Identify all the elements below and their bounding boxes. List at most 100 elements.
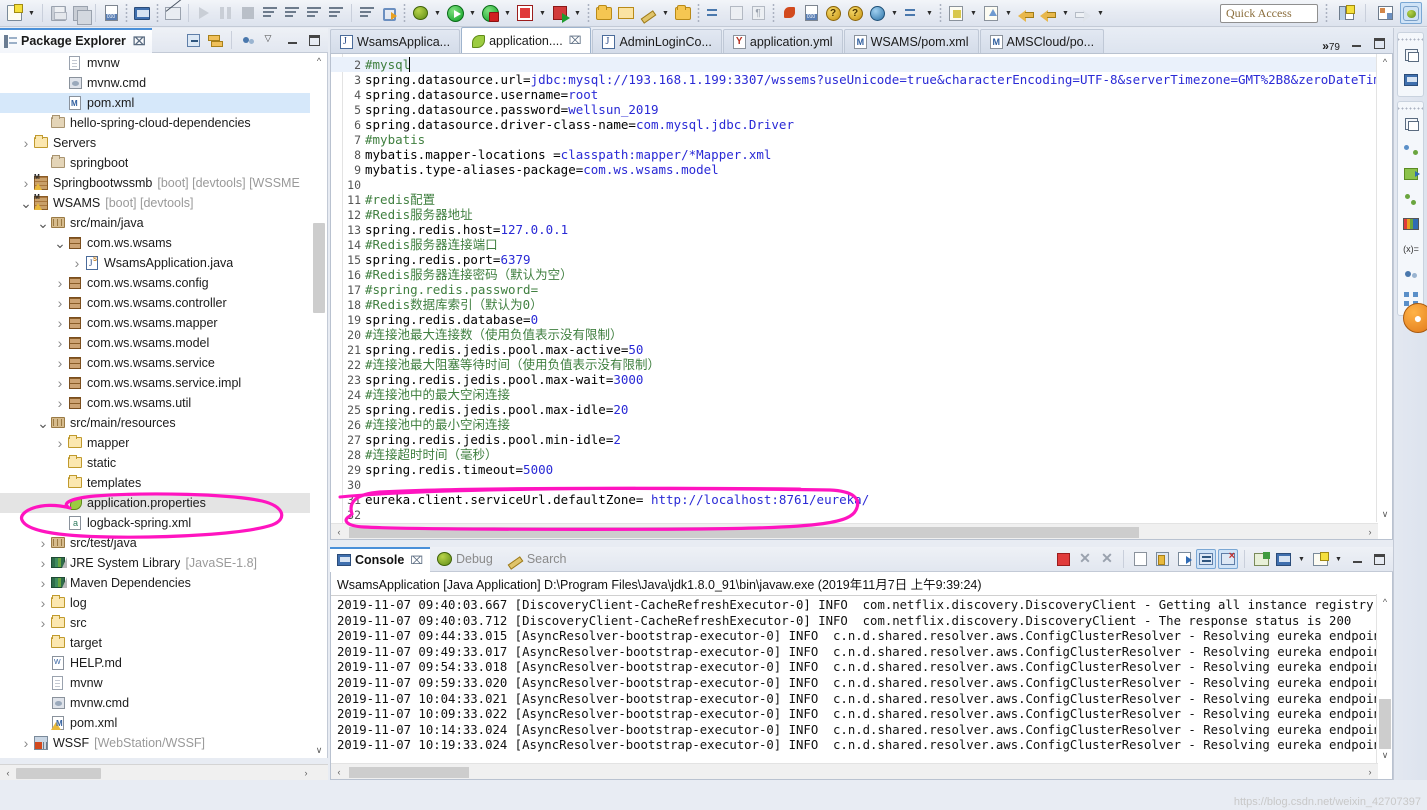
- toolbar-grip[interactable]: [124, 4, 129, 22]
- tree-item-mvnw-cmd[interactable]: mvnw.cmd: [0, 693, 310, 713]
- export-dropdown-arrow[interactable]: [1002, 2, 1015, 24]
- tree-item-mvnw-cmd[interactable]: mvnw.cmd: [0, 73, 310, 93]
- project-tree[interactable]: mvnw mvnw.cmd pom.xml hello-spring-cloud-de…: [0, 53, 328, 758]
- new-class-icon[interactable]: [637, 2, 659, 24]
- tree-item-com-ws-wsams-util[interactable]: com.ws.wsams.util: [0, 393, 310, 413]
- back-history-icon[interactable]: [1037, 2, 1059, 24]
- editor-hscroll-thumb[interactable]: [349, 527, 1139, 538]
- chevron-right-icon[interactable]: [36, 555, 50, 571]
- toolbar-grip[interactable]: [938, 4, 943, 22]
- run-dropdown-arrow[interactable]: [466, 2, 479, 24]
- maximize-icon[interactable]: [304, 30, 324, 50]
- tree-item-maven-dependencies[interactable]: Maven Dependencies: [0, 573, 310, 593]
- open-perspective-icon[interactable]: [1335, 2, 1357, 24]
- editor-tab-application-[interactable]: application.... ⌧: [461, 27, 592, 53]
- tree-item-springbootwssmb[interactable]: Springbootwssmb [boot] [devtools] [WSSME: [0, 173, 310, 193]
- scroll-left-arrow[interactable]: ‹: [331, 764, 347, 779]
- tree-item-com-ws-wsams-mapper[interactable]: com.ws.wsams.mapper: [0, 313, 310, 333]
- debug-icon[interactable]: [409, 2, 431, 24]
- properties-icon[interactable]: [100, 2, 122, 24]
- annotation-icon[interactable]: [945, 2, 967, 24]
- chevron-right-icon[interactable]: [36, 595, 50, 611]
- tree-item-springboot[interactable]: springboot: [0, 153, 310, 173]
- tree-item-mvnw[interactable]: mvnw: [0, 53, 310, 73]
- save-icon[interactable]: [47, 2, 69, 24]
- tree-item-wsams[interactable]: WSAMS [boot] [devtools]: [0, 193, 310, 213]
- view-filter-icon[interactable]: [238, 30, 258, 50]
- chevron-right-icon[interactable]: [36, 535, 50, 551]
- restore-icon[interactable]: [1398, 43, 1424, 67]
- editor-tab-adminloginco-[interactable]: AdminLoginCo...: [592, 29, 722, 53]
- tree-item-logback-spring-xml[interactable]: logback-spring.xml: [0, 513, 310, 533]
- pilcrow-icon[interactable]: ¶: [747, 2, 769, 24]
- new-package-icon[interactable]: [593, 2, 615, 24]
- step-over-icon[interactable]: [281, 2, 303, 24]
- chevron-right-icon[interactable]: [19, 135, 33, 151]
- scroll-down-arrow[interactable]: ∨: [1377, 506, 1392, 522]
- tree-item-com-ws-wsams-model[interactable]: com.ws.wsams.model: [0, 333, 310, 353]
- chevron-right-icon[interactable]: [70, 255, 84, 271]
- clear-console-button[interactable]: [1130, 549, 1150, 569]
- toggle-lines-icon[interactable]: [356, 2, 378, 24]
- close-icon[interactable]: ⌧: [133, 35, 146, 48]
- tree-item-hello-spring-cloud-dependencies[interactable]: hello-spring-cloud-dependencies: [0, 113, 310, 133]
- chevron-right-icon[interactable]: [53, 375, 67, 391]
- tree-vertical-scrollbar[interactable]: ^ ∨: [311, 53, 327, 758]
- new-class-dropdown-arrow[interactable]: [659, 2, 672, 24]
- minimize-icon[interactable]: [1346, 33, 1366, 53]
- tree-item-wsamsapplication-java[interactable]: WsamsApplication.java: [0, 253, 310, 273]
- toolbar-grip[interactable]: [155, 4, 160, 22]
- new-dropdown-arrow[interactable]: [25, 2, 38, 24]
- chevron-right-icon[interactable]: [19, 735, 33, 751]
- run-config-icon[interactable]: [479, 2, 501, 24]
- tree-item-com-ws-wsams-config[interactable]: com.ws.wsams.config: [0, 273, 310, 293]
- chevron-right-icon[interactable]: [53, 395, 67, 411]
- search-icon[interactable]: [901, 2, 923, 24]
- back-icon[interactable]: [1015, 2, 1037, 24]
- open-console-button[interactable]: [1310, 549, 1330, 569]
- toolbar-grip[interactable]: [696, 4, 701, 22]
- editor-horizontal-scrollbar[interactable]: ‹ ›: [331, 523, 1378, 539]
- tree-item-src-test-java[interactable]: src/test/java: [0, 533, 310, 553]
- chevron-right-icon[interactable]: [53, 355, 67, 371]
- console-view-icon[interactable]: [1398, 68, 1424, 92]
- close-icon[interactable]: ⌧: [569, 34, 582, 47]
- tree-item-log[interactable]: log: [0, 593, 310, 613]
- console-hscroll-thumb[interactable]: [349, 767, 469, 778]
- editor-tab-overflow[interactable]: » 79: [1322, 37, 1346, 53]
- console-horizontal-scrollbar[interactable]: ‹ ›: [331, 763, 1378, 779]
- search-dropdown-arrow[interactable]: [923, 2, 936, 24]
- tree-item-application-properties[interactable]: application.properties: [0, 493, 310, 513]
- chevron-down-icon[interactable]: [19, 195, 33, 211]
- tree-item-com-ws-wsams-service-impl[interactable]: com.ws.wsams.service.impl: [0, 373, 310, 393]
- pin-console-button[interactable]: [1251, 549, 1271, 569]
- link-with-editor-icon[interactable]: [205, 30, 225, 50]
- chevron-down-icon[interactable]: [36, 215, 50, 231]
- tree-item-com-ws-wsams-service[interactable]: com.ws.wsams.service: [0, 353, 310, 373]
- view-menu-icon[interactable]: [260, 30, 280, 50]
- scroll-up-arrow[interactable]: ^: [311, 53, 327, 69]
- console-scroll-thumb[interactable]: [1379, 699, 1391, 749]
- scroll-right-arrow[interactable]: ›: [1362, 764, 1378, 779]
- minimize-icon[interactable]: [1347, 549, 1367, 569]
- group-grip[interactable]: [1398, 36, 1423, 42]
- tree-item-pom-xml[interactable]: pom.xml: [0, 93, 310, 113]
- tree-item-com-ws-wsams-controller[interactable]: com.ws.wsams.controller: [0, 293, 310, 313]
- scroll-up-arrow[interactable]: ^: [1377, 54, 1392, 70]
- code-editor[interactable]: 2 #mysql 3 spring.datasource.url=jdbc:mysql…: [330, 54, 1393, 540]
- jump-icon[interactable]: [378, 2, 400, 24]
- help-icon[interactable]: ?: [844, 2, 866, 24]
- quick-access-input[interactable]: Quick Access: [1220, 3, 1318, 23]
- chevron-down-icon[interactable]: [53, 235, 67, 251]
- console-tab-console[interactable]: Console ⌧: [330, 546, 430, 572]
- tree-item-mvnw[interactable]: mvnw: [0, 673, 310, 693]
- run-config-dropdown-arrow[interactable]: [501, 2, 514, 24]
- toolbar-grip[interactable]: [402, 4, 407, 22]
- tree-view-icon[interactable]: [1398, 187, 1424, 211]
- tree-item-src[interactable]: src: [0, 613, 310, 633]
- tree-item-src-main-java[interactable]: src/main/java: [0, 213, 310, 233]
- step-last-icon[interactable]: [325, 2, 347, 24]
- editor-tab-amscloud-po-[interactable]: AMSCloud/po...: [979, 29, 1105, 53]
- skip-breakpoints-icon[interactable]: [162, 2, 184, 24]
- maximize-icon[interactable]: [1369, 33, 1389, 53]
